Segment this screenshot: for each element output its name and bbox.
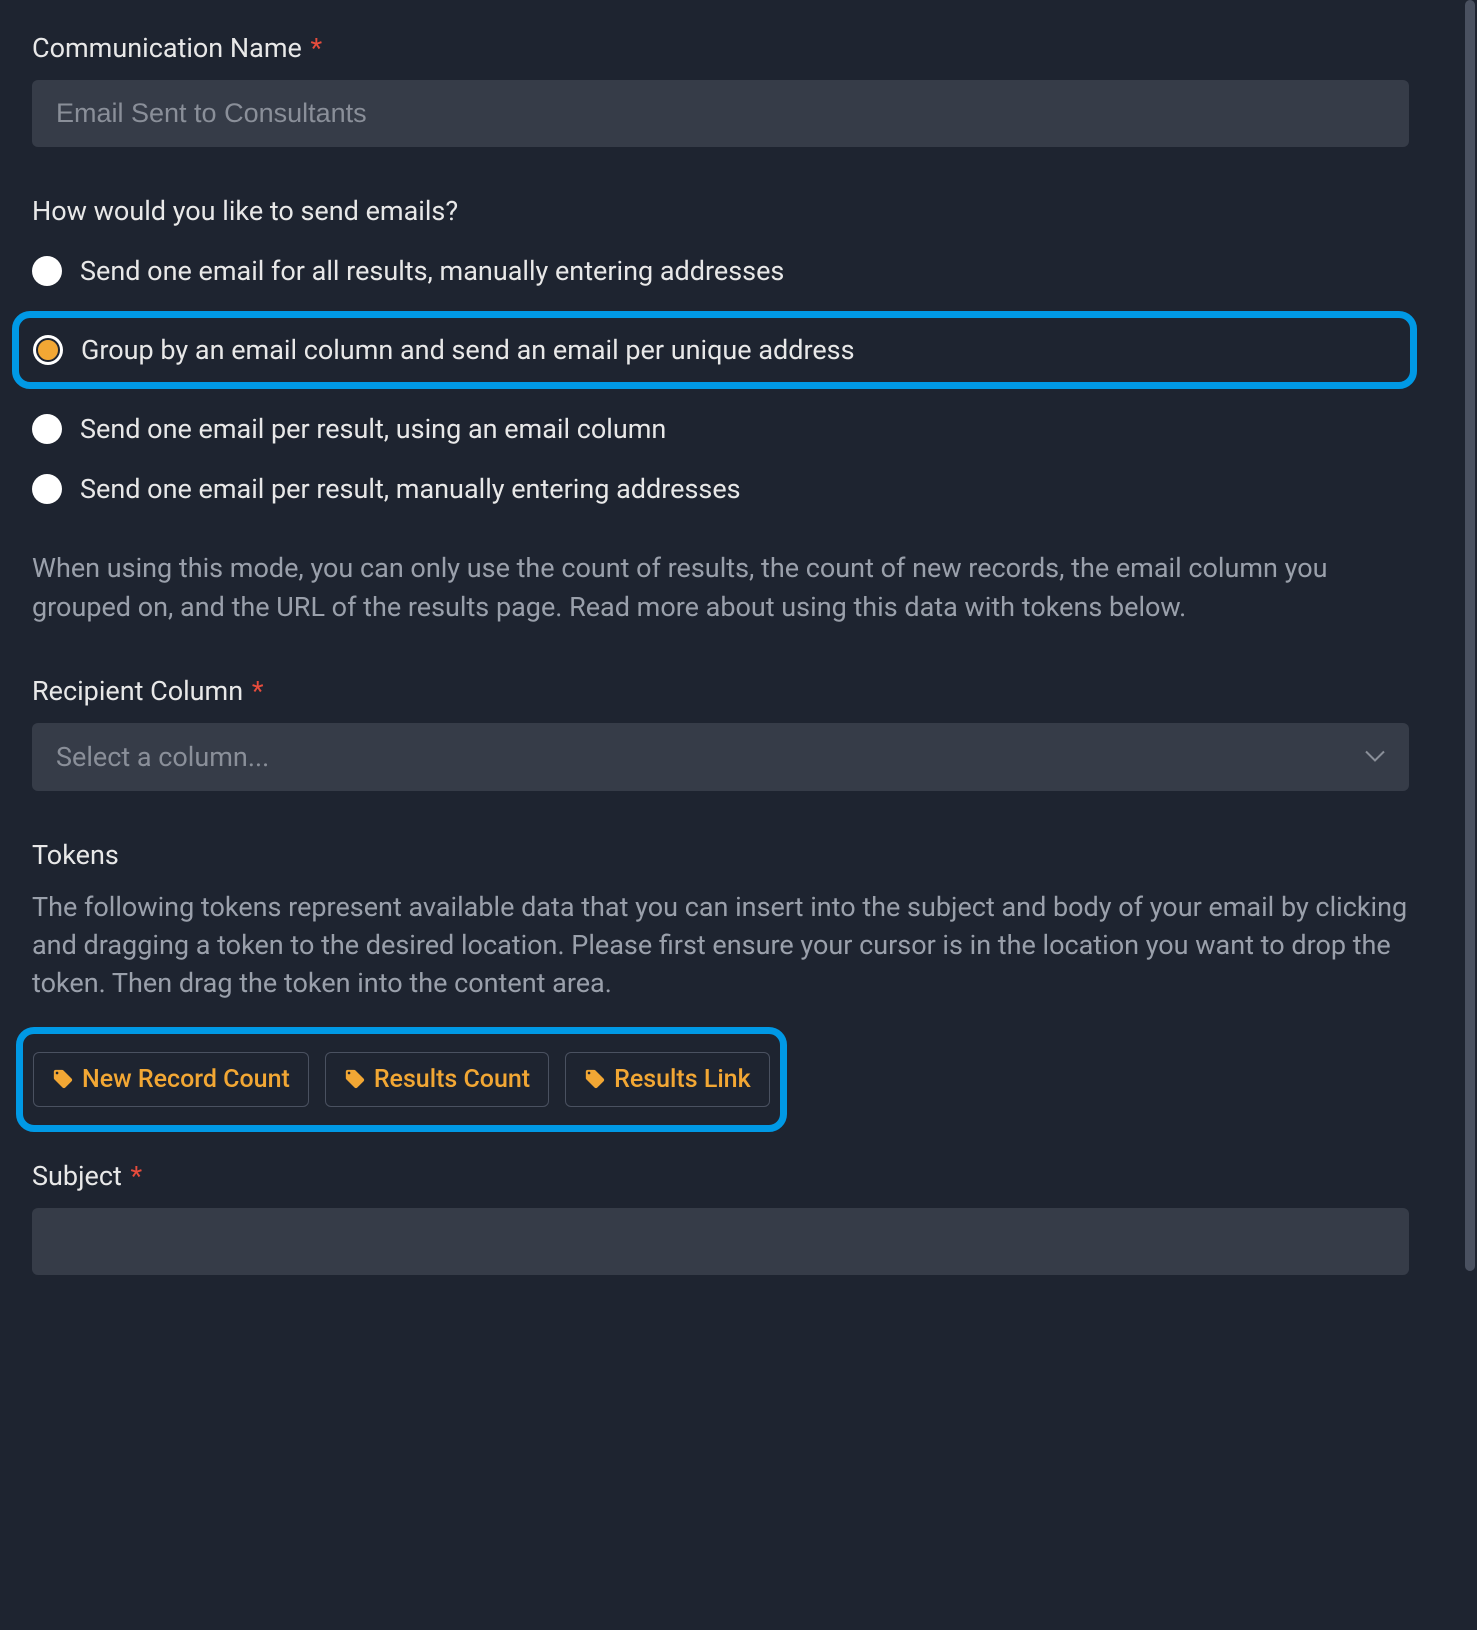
communication-name-label: Communication Name *: [32, 32, 1409, 64]
tokens-title: Tokens: [32, 839, 1409, 871]
scrollbar-thumb[interactable]: [1465, 0, 1475, 1271]
radio-label: Send one email per result, manually ente…: [80, 473, 741, 505]
tag-icon: [344, 1068, 366, 1090]
radio-icon: [32, 474, 62, 504]
required-asterisk: *: [245, 675, 263, 707]
token-label: Results Link: [614, 1065, 751, 1094]
recipient-column-label: Recipient Column *: [32, 675, 1409, 707]
token-label: New Record Count: [82, 1065, 290, 1094]
required-asterisk: *: [304, 32, 322, 64]
recipient-column-select[interactable]: Select a column...: [32, 723, 1409, 791]
send-mode-question: How would you like to send emails?: [32, 195, 1409, 227]
radio-option-all-results[interactable]: Send one email for all results, manually…: [32, 251, 1409, 291]
token-new-record-count[interactable]: New Record Count: [33, 1052, 309, 1107]
token-results-link[interactable]: Results Link: [565, 1052, 770, 1107]
vertical-scrollbar[interactable]: [1463, 0, 1477, 1630]
radio-label: Group by an email column and send an ema…: [81, 334, 855, 366]
tokens-description: The following tokens represent available…: [32, 889, 1409, 1002]
radio-icon: [32, 256, 62, 286]
subject-label: Subject *: [32, 1160, 1409, 1192]
required-asterisk: *: [124, 1160, 142, 1192]
send-mode-radio-group: Send one email for all results, manually…: [32, 251, 1409, 509]
tokens-row: New Record Count Results Count Results L…: [16, 1027, 787, 1132]
radio-option-per-result-column[interactable]: Send one email per result, using an emai…: [32, 409, 1409, 449]
radio-icon: [32, 414, 62, 444]
subject-input[interactable]: [32, 1208, 1409, 1275]
radio-icon: [33, 335, 63, 365]
tag-icon: [52, 1068, 74, 1090]
token-label: Results Count: [374, 1065, 530, 1094]
token-results-count[interactable]: Results Count: [325, 1052, 549, 1107]
tag-icon: [584, 1068, 606, 1090]
radio-option-per-result-manual[interactable]: Send one email per result, manually ente…: [32, 469, 1409, 509]
communication-name-input[interactable]: [32, 80, 1409, 147]
radio-label: Send one email per result, using an emai…: [80, 413, 666, 445]
radio-option-group-by-column[interactable]: Group by an email column and send an ema…: [12, 311, 1417, 389]
send-mode-help-text: When using this mode, you can only use t…: [32, 549, 1409, 627]
radio-label: Send one email for all results, manually…: [80, 255, 784, 287]
